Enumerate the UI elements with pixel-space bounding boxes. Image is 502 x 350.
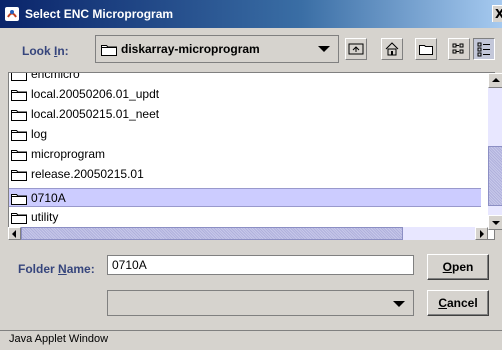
- list-item-label: local.20050206.01_updt: [31, 87, 160, 101]
- list-item-selected[interactable]: 0710A: [9, 188, 481, 207]
- title-bar[interactable]: Select ENC Microprogram X: [0, 0, 502, 28]
- vertical-scroll-track[interactable]: [488, 88, 502, 215]
- home-button[interactable]: [381, 38, 403, 60]
- vertical-scrollbar[interactable]: [488, 73, 502, 230]
- list-item[interactable]: encmicro: [9, 72, 481, 84]
- open-button-label: pen: [452, 260, 474, 274]
- up-one-level-icon: [348, 43, 364, 55]
- folder-icon: [11, 90, 27, 101]
- vertical-scroll-thumb[interactable]: [488, 146, 502, 206]
- dialog-window: Select ENC Microprogram X Look In: diska…: [0, 0, 502, 350]
- folder-icon: [11, 213, 27, 224]
- home-icon: [385, 42, 399, 56]
- list-item[interactable]: local.20050206.01_updt: [9, 85, 481, 104]
- status-text: Java Applet Window: [9, 333, 109, 345]
- folder-name-label-mnemonic: N: [58, 262, 67, 276]
- folder-icon: [101, 45, 117, 56]
- list-item[interactable]: microprogram: [9, 145, 481, 164]
- folder-name-input[interactable]: 0710A: [107, 255, 414, 275]
- list-item-label: encmicro: [31, 72, 80, 81]
- arrow-up-icon: [492, 78, 500, 82]
- scroll-up-button[interactable]: [488, 73, 502, 88]
- list-item-label: release.20050215.01: [31, 167, 144, 181]
- new-folder-icon: [419, 45, 433, 55]
- list-view-icon: [452, 43, 464, 54]
- folder-icon: [11, 73, 27, 81]
- cancel-button[interactable]: Cancel: [427, 290, 489, 316]
- window-title: Select ENC Microprogram: [25, 7, 174, 21]
- folder-name-label-suffix: ame:: [66, 262, 95, 276]
- file-type-combo[interactable]: [107, 290, 414, 316]
- close-button[interactable]: X: [492, 5, 502, 22]
- folder-icon: [11, 194, 27, 205]
- list-item[interactable]: release.20050215.01: [9, 165, 481, 184]
- arrow-down-icon: [492, 221, 500, 225]
- open-button-mnemonic: O: [442, 260, 452, 274]
- list-view-button[interactable]: [448, 38, 470, 60]
- folder-icon: [11, 110, 27, 121]
- scroll-right-button[interactable]: [475, 227, 488, 240]
- folder-name-label-prefix: Folder: [18, 262, 59, 276]
- folder-icon: [11, 170, 27, 181]
- horizontal-scrollbar[interactable]: [8, 227, 488, 240]
- chevron-down-icon[interactable]: [393, 301, 405, 307]
- cancel-button-label: ancel: [446, 296, 478, 310]
- list-item[interactable]: local.20050215.01_neet: [9, 105, 481, 124]
- look-in-label-suffix: n:: [57, 44, 69, 58]
- list-item[interactable]: utility: [9, 208, 481, 227]
- details-view-icon: [477, 42, 490, 57]
- file-list[interactable]: encmicro local.20050206.01_updt local.20…: [8, 72, 495, 240]
- open-button[interactable]: Open: [427, 254, 489, 280]
- scroll-left-button[interactable]: [8, 227, 21, 240]
- cancel-button-mnemonic: C: [438, 296, 447, 310]
- new-folder-button[interactable]: [415, 38, 437, 60]
- look-in-label: Look In:: [22, 44, 69, 58]
- scroll-down-button[interactable]: [488, 215, 502, 230]
- list-item-label: 0710A: [31, 191, 66, 205]
- java-app-icon: [5, 7, 19, 21]
- list-item-label: microprogram: [31, 147, 106, 161]
- list-item-label: log: [31, 127, 48, 141]
- look-in-combo[interactable]: diskarray-microprogram: [95, 35, 339, 63]
- status-bar: Java Applet Window: [0, 330, 502, 350]
- look-in-value: diskarray-microprogram: [121, 42, 260, 56]
- folder-icon: [11, 150, 27, 161]
- folder-name-label: Folder Name:: [18, 262, 95, 276]
- look-in-label-prefix: Look: [22, 44, 54, 58]
- arrow-right-icon: [480, 230, 484, 238]
- chevron-down-icon[interactable]: [318, 46, 330, 52]
- details-view-button[interactable]: [473, 38, 495, 60]
- list-item-label: local.20050215.01_neet: [31, 107, 160, 121]
- up-one-level-button[interactable]: [345, 38, 367, 60]
- list-item[interactable]: log: [9, 125, 481, 144]
- folder-icon: [11, 130, 27, 141]
- list-item-label: utility: [31, 210, 59, 224]
- arrow-left-icon: [12, 230, 16, 238]
- horizontal-scroll-thumb[interactable]: [21, 227, 403, 240]
